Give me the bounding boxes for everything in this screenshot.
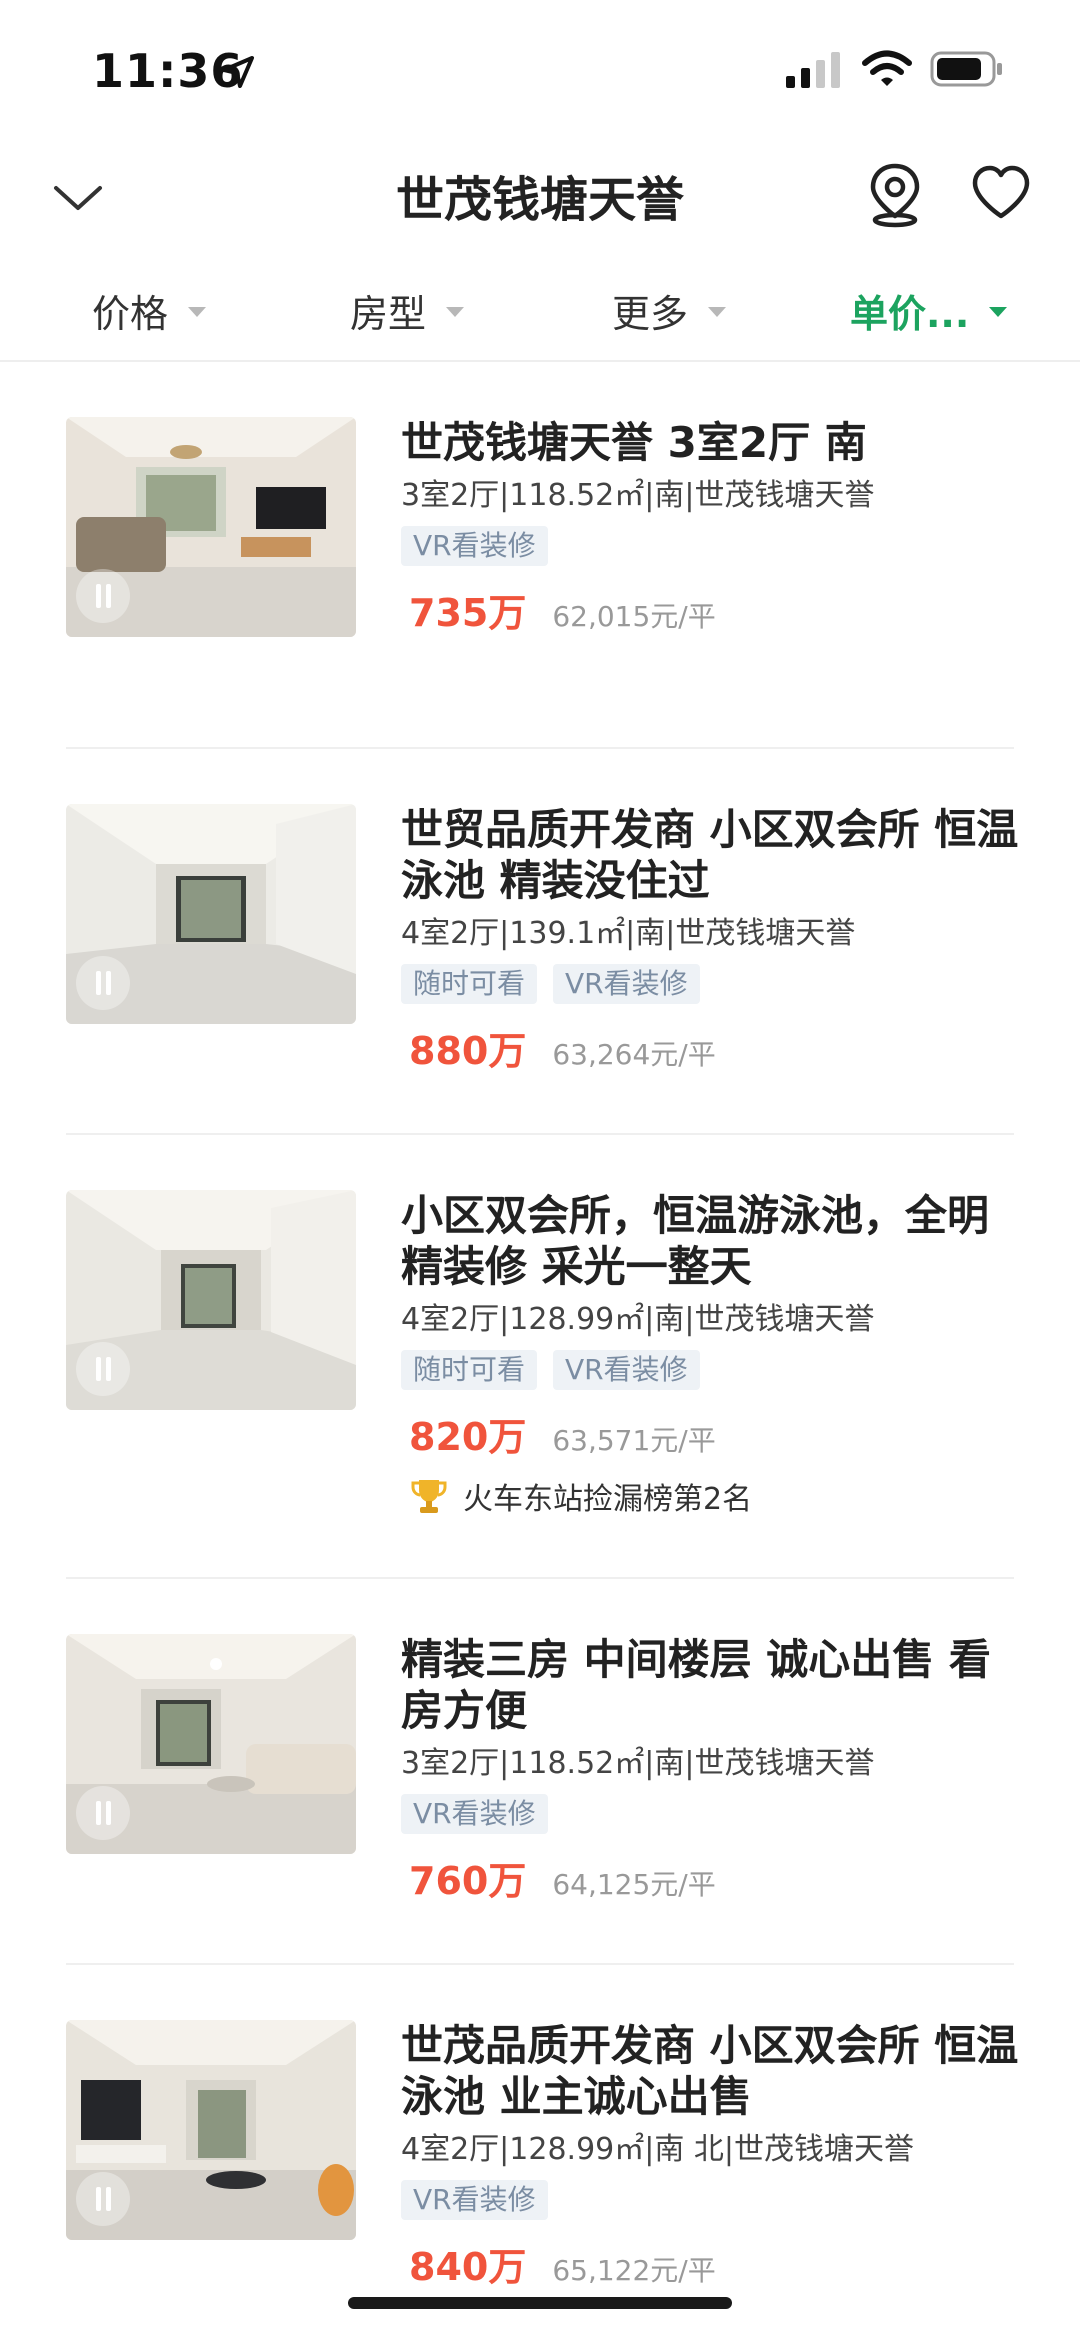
price-row: 840万 65,122元/平 <box>401 2236 1021 2289</box>
tag-vr: VR看装修 <box>401 526 548 566</box>
listing-title: 精装三房 中间楼层 诚心出售 看房方便 <box>401 1635 991 1735</box>
trophy-icon <box>411 1480 447 1513</box>
filter-layout-label: 房型 <box>350 291 427 336</box>
tag-viewable: 随时可看 <box>401 1350 538 1390</box>
filter-layout[interactable]: 房型 <box>350 282 465 338</box>
listing-title: 小区双会所，恒温游泳池，全明精装修 采光一整天 <box>401 1191 990 1291</box>
dropdown-arrow-icon <box>989 307 1008 317</box>
listing-tags: VR看装修 <box>401 526 1021 566</box>
price-row: 820万 63,571元/平 <box>401 1406 1021 1459</box>
map-pin-icon[interactable] <box>866 162 924 228</box>
tag-vr: VR看装修 <box>553 964 700 1004</box>
home-indicator[interactable] <box>348 2297 732 2309</box>
tag-viewable: 随时可看 <box>401 964 538 1004</box>
listing-tags: VR看装修 <box>401 2180 1021 2220</box>
tag-vr: VR看装修 <box>401 1794 548 1834</box>
dropdown-arrow-icon <box>188 307 207 317</box>
filter-price[interactable]: 价格 <box>92 282 207 338</box>
dropdown-arrow-icon <box>708 307 727 317</box>
tag-vr: VR看装修 <box>553 1350 700 1390</box>
vr-play-icon[interactable] <box>76 956 130 1010</box>
filter-more-label: 更多 <box>612 291 689 336</box>
unit-price: 62,015元/平 <box>552 600 716 633</box>
listing-title: 世茂品质开发商 小区双会所 恒温泳池 业主诚心出售 <box>401 2021 1019 2121</box>
battery-icon <box>930 51 1002 87</box>
listing-photo <box>66 2020 356 2240</box>
vr-play-icon[interactable] <box>76 569 130 623</box>
filter-unit-price-label: 单价... <box>850 291 970 336</box>
filter-more[interactable]: 更多 <box>612 282 727 338</box>
vr-play-icon[interactable] <box>76 1342 130 1396</box>
total-price: 735万 <box>409 591 527 635</box>
listing-spec: 4室2厅|128.99㎡|南 北|世茂钱塘天誉 <box>401 2132 915 2167</box>
wifi-icon <box>862 50 912 86</box>
listing-spec: 4室2厅|128.99㎡|南|世茂钱塘天誉 <box>401 1302 875 1337</box>
listing-title: 世茂钱塘天誉 3室2厅 南 <box>401 418 867 467</box>
listing-card[interactable]: 世贸品质开发商 小区双会所 恒温泳池 精装没住过 4室2厅|139.1㎡|南|世… <box>66 749 1018 1135</box>
ranking-badge[interactable]: 火车东站捡漏榜第2名 <box>401 1474 1021 1518</box>
status-bar: 11:36 <box>0 0 1080 140</box>
listing-photo <box>66 417 356 637</box>
nav-header: 世茂钱塘天誉 <box>0 140 1080 260</box>
cellular-signal-icon <box>786 52 840 88</box>
total-price: 760万 <box>409 1859 527 1903</box>
listing-spec: 3室2厅|118.52㎡|南|世茂钱塘天誉 <box>401 1746 875 1781</box>
total-price: 840万 <box>409 2245 527 2289</box>
total-price: 820万 <box>409 1415 527 1459</box>
listing-photo <box>66 1634 356 1854</box>
price-row: 760万 64,125元/平 <box>401 1850 1021 1903</box>
listing-card[interactable]: 小区双会所，恒温游泳池，全明精装修 采光一整天 4室2厅|128.99㎡|南|世… <box>66 1135 1014 1579</box>
listing-photo <box>66 1190 356 1410</box>
dropdown-arrow-icon <box>446 307 465 317</box>
filter-bar: 价格 房型 更多 单价... <box>0 270 1080 362</box>
listing-spec: 3室2厅|118.52㎡|南|世茂钱塘天誉 <box>401 478 875 513</box>
price-row: 735万 62,015元/平 <box>401 582 1021 635</box>
listing-photo <box>66 804 356 1024</box>
unit-price: 63,571元/平 <box>552 1424 716 1457</box>
vr-play-icon[interactable] <box>76 2172 130 2226</box>
unit-price: 63,264元/平 <box>552 1038 716 1071</box>
listing-card[interactable]: 世茂品质开发商 小区双会所 恒温泳池 业主诚心出售 4室2厅|128.99㎡|南… <box>66 1965 1018 2337</box>
listing-card[interactable]: 世茂钱塘天誉 3室2厅 南 3室2厅|118.52㎡|南|世茂钱塘天誉 VR看装… <box>66 417 1014 749</box>
price-row: 880万 63,264元/平 <box>401 1020 1021 1073</box>
listing-tags: 随时可看 VR看装修 <box>401 1350 1021 1390</box>
vr-play-icon[interactable] <box>76 1786 130 1840</box>
listing-tags: VR看装修 <box>401 1794 1021 1834</box>
filter-unit-price[interactable]: 单价... <box>850 282 1008 338</box>
unit-price: 64,125元/平 <box>552 1868 716 1901</box>
total-price: 880万 <box>409 1029 527 1073</box>
listing-tags: 随时可看 VR看装修 <box>401 964 1021 1004</box>
unit-price: 65,122元/平 <box>552 2254 716 2287</box>
heart-icon[interactable] <box>970 164 1032 222</box>
tag-vr: VR看装修 <box>401 2180 548 2220</box>
location-arrow-icon <box>222 56 254 88</box>
listing-card[interactable]: 精装三房 中间楼层 诚心出售 看房方便 3室2厅|118.52㎡|南|世茂钱塘天… <box>66 1579 1014 1965</box>
listing-title: 世贸品质开发商 小区双会所 恒温泳池 精装没住过 <box>401 805 1019 905</box>
filter-price-label: 价格 <box>92 291 169 336</box>
ranking-text: 火车东站捡漏榜第2名 <box>463 1482 753 1517</box>
listing-spec: 4室2厅|139.1㎡|南|世茂钱塘天誉 <box>401 916 856 951</box>
